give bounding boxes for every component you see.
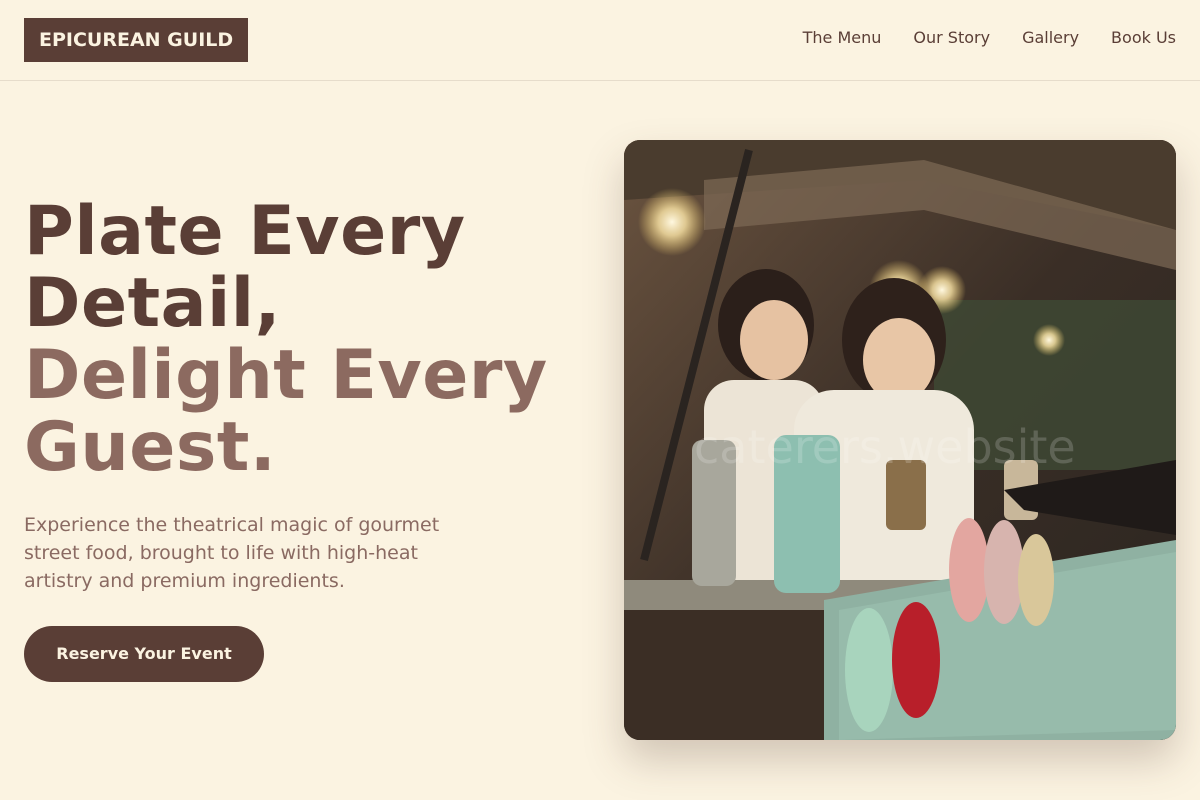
logo[interactable]: EPICUREAN GUILD: [24, 18, 249, 62]
site-header: EPICUREAN GUILD The Menu Our Story Galle…: [0, 0, 1200, 81]
hero-subtitle: Experience the theatrical magic of gourm…: [24, 514, 440, 592]
main-nav: The Menu Our Story Gallery Book Us: [803, 28, 1176, 48]
nav-link-our-story[interactable]: Our Story: [913, 28, 990, 48]
nav-link-menu[interactable]: The Menu: [803, 28, 882, 48]
headline-line-3: Delight Every: [24, 336, 548, 415]
nav-link-gallery[interactable]: Gallery: [1022, 28, 1079, 48]
watermark: caterers.website: [694, 420, 1076, 474]
reserve-event-button[interactable]: Reserve Your Event: [24, 626, 264, 682]
nav-link-book-us[interactable]: Book Us: [1111, 28, 1176, 48]
headline-line-2: Detail,: [24, 264, 281, 343]
headline-line-1: Plate Every: [24, 192, 466, 271]
hero-headline: Plate Every Detail, Delight Every Guest.: [24, 196, 604, 484]
hero-image: caterers.website: [624, 140, 1176, 740]
headline-line-4: Guest.: [24, 408, 277, 487]
